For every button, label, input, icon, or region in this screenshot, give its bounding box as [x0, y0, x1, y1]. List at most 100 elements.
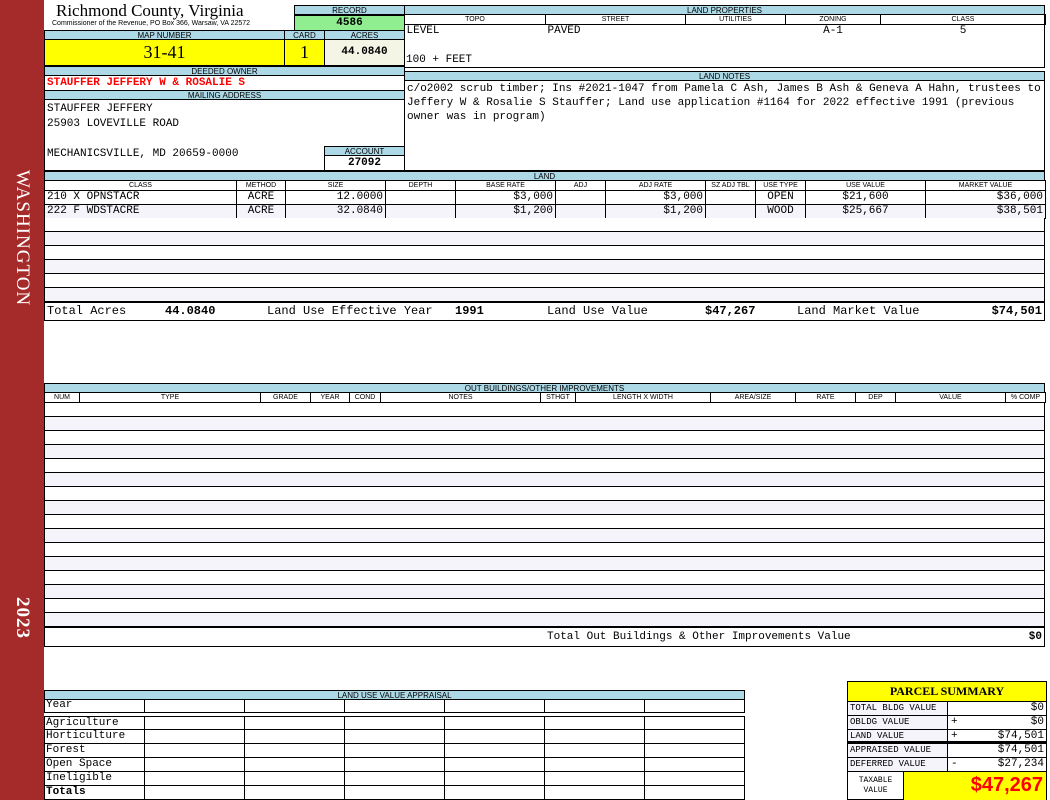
appraisal-row: Agriculture — [44, 716, 745, 730]
land-table: CLASS METHOD SIZE DEPTH BASE RATE ADJ ADJ RATE… — [44, 180, 1046, 219]
appraisal-row-label: Ineligible — [44, 772, 145, 785]
land-row: 210 X OPNSTACR ACRE 12.0000 $3,000 $3,000 OPE… — [44, 190, 1046, 205]
empty-row — [44, 613, 1045, 627]
empty-row — [44, 571, 1045, 585]
cell: $36,000 — [925, 190, 1046, 205]
appraisal-row-label: Year — [44, 699, 145, 712]
cell: 32.0840 — [285, 204, 386, 219]
empty-row — [44, 529, 1045, 543]
appraisal-row: Forest — [44, 744, 745, 758]
summary-label: LAND VALUE — [848, 730, 948, 741]
column-header: DEP — [855, 392, 896, 403]
cell — [385, 204, 456, 219]
appraisal-cell — [145, 758, 245, 771]
appraisal-cell — [645, 730, 745, 743]
cell: $38,501 — [925, 204, 1046, 219]
summary-value: $0 — [1030, 702, 1044, 714]
land-totals-row: Total Acres 44.0840 Land Use Effective Y… — [44, 302, 1045, 321]
empty-row — [44, 403, 1045, 417]
column-header: STHGT — [540, 392, 576, 403]
appraisal-cell — [245, 699, 345, 712]
appraisal-cell — [445, 730, 545, 743]
empty-row — [44, 459, 1045, 473]
cell: WOOD — [755, 204, 806, 219]
land-use-appraisal-table: Year Agriculture Horticulture Forest Open Sp… — [44, 699, 745, 800]
column-header: DEPTH — [385, 180, 456, 191]
address-line: STAUFFER JEFFERY — [47, 103, 153, 115]
appraisal-row: Horticulture — [44, 730, 745, 744]
column-header: NOTES — [380, 392, 541, 403]
taxable-value: $47,267 — [904, 772, 1046, 800]
appraisal-cell — [145, 744, 245, 757]
land-notes-text: c/o2002 scrub timber; Ins #2021-1047 fro… — [404, 80, 1045, 171]
appraisal-cell — [345, 786, 445, 799]
cell: 222 F WDSTACRE — [44, 204, 237, 219]
column-header: LENGTH X WIDTH — [575, 392, 711, 403]
cell: $25,667 — [805, 204, 926, 219]
empty-row — [44, 599, 1045, 613]
summary-label: TOTAL BLDG VALUE — [848, 702, 948, 715]
account-value: 27092 — [324, 155, 405, 171]
record-value: 4586 — [294, 15, 405, 31]
appraisal-cell — [545, 758, 645, 771]
cell: $3,000 — [455, 190, 556, 205]
appraisal-cell — [545, 717, 645, 729]
appraisal-row-label: Forest — [44, 744, 145, 757]
appraisal-row: Ineligible — [44, 772, 745, 786]
appraisal-row-label: Horticulture — [44, 730, 145, 743]
outbuildings-total-label: Total Out Buildings & Other Improvements… — [547, 631, 851, 643]
appraisal-cell — [345, 744, 445, 757]
land-use-value: $47,267 — [705, 304, 756, 318]
outbuildings-table: NUM TYPE GRADE YEAR COND NOTES STHGT LENGTH X W… — [44, 392, 1046, 403]
summary-sign: + — [951, 730, 958, 742]
column-header: ADJ — [555, 180, 606, 191]
appraisal-cell — [645, 758, 745, 771]
appraisal-cell — [445, 786, 545, 799]
appraisal-cell — [245, 744, 345, 757]
column-header: MARKET VALUE — [925, 180, 1046, 191]
appraisal-row-label: Totals — [44, 786, 145, 799]
acres-value: 44.0840 — [324, 39, 405, 66]
summary-sign — [948, 702, 962, 715]
column-header: SIZE — [285, 180, 386, 191]
effective-year-label: Land Use Effective Year — [267, 304, 433, 318]
summary-value: $74,501 — [997, 744, 1044, 756]
empty-row — [44, 487, 1045, 501]
column-header: GRADE — [260, 392, 311, 403]
summary-sign: - — [951, 758, 958, 770]
appraisal-cell — [245, 730, 345, 743]
summary-label: APPRAISED VALUE — [848, 744, 948, 757]
appraisal-cell — [445, 699, 545, 712]
appraisal-cell — [245, 717, 345, 729]
outbuildings-empty-rows — [44, 403, 1045, 627]
owner-name: STAUFFER JEFFERY W & ROSALIE S — [44, 75, 405, 91]
appraisal-cell — [345, 772, 445, 785]
appraisal-row-label: Agriculture — [44, 717, 145, 729]
appraisal-cell — [145, 786, 245, 799]
land-market-value: $74,501 — [991, 304, 1042, 318]
empty-row — [44, 515, 1045, 529]
parcel-summary: PARCEL SUMMARY TOTAL BLDG VALUE $0 OBLDG V… — [847, 681, 1047, 800]
land-empty-rows — [44, 218, 1045, 302]
cell — [385, 190, 456, 205]
column-header: COND — [349, 392, 381, 403]
column-header: VALUE — [895, 392, 1006, 403]
appraisal-cell — [545, 772, 645, 785]
column-header: USE VALUE — [805, 180, 926, 191]
appraisal-cell — [345, 758, 445, 771]
appraisal-cell — [245, 772, 345, 785]
county-title: Richmond County, Virginia — [56, 1, 244, 20]
taxable-value-row: TAXABLE VALUE $47,267 — [848, 772, 1046, 800]
land-market-value-label: Land Market Value — [797, 304, 920, 318]
appraisal-row: Totals — [44, 786, 745, 800]
office-address: Commissioner of the Revenue, PO Box 366,… — [52, 20, 251, 27]
appraisal-cell — [645, 744, 745, 757]
column-header: YEAR — [310, 392, 350, 403]
appraisal-cell — [545, 744, 645, 757]
outbuildings-total-value: $0 — [1028, 631, 1042, 643]
cell: $21,600 — [805, 190, 926, 205]
year-label: 2023 — [12, 597, 33, 639]
appraisal-cell — [645, 772, 745, 785]
summary-row: TOTAL BLDG VALUE $0 — [848, 702, 1046, 716]
empty-row — [44, 557, 1045, 571]
